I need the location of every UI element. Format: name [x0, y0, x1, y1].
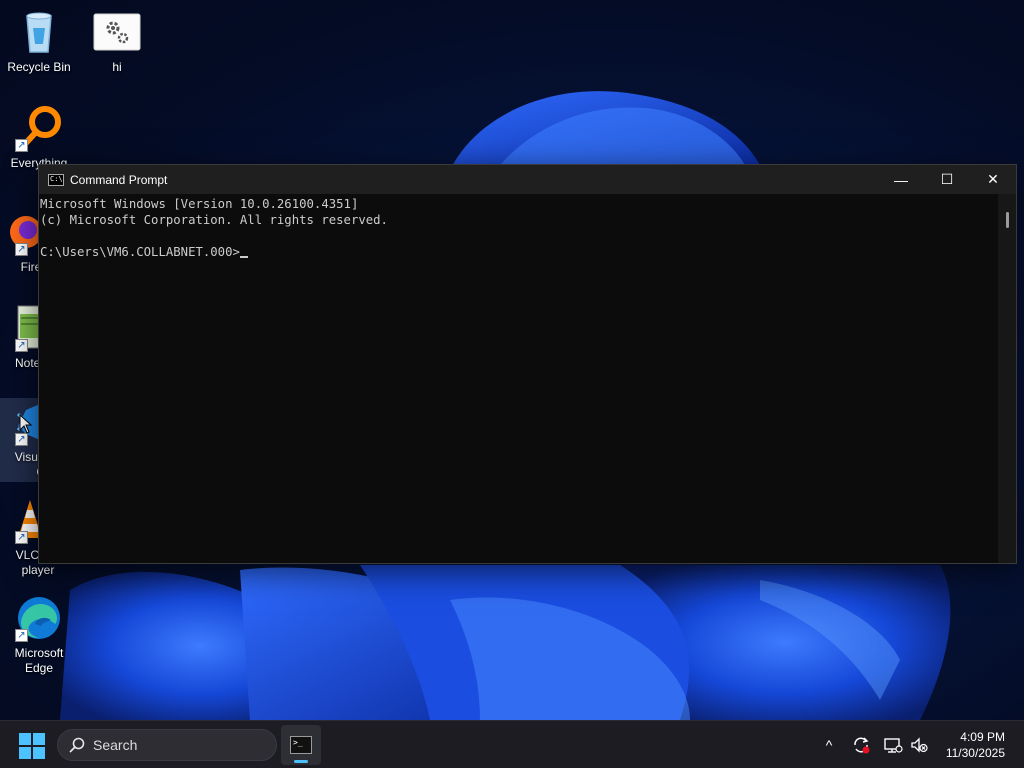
magnifier-orange-icon: ↗	[15, 104, 63, 152]
console-prompt: C:\Users\VM6.COLLABNET.000>	[40, 245, 240, 259]
mouse-cursor-icon	[19, 413, 33, 439]
desktop-icon-everything[interactable]: ↗ Everything	[1, 104, 77, 171]
taskbar: Search >_ ^ 4:09 PM 11/30/2025	[0, 720, 1024, 768]
maximize-button[interactable]: ☐	[924, 165, 970, 194]
shortcut-arrow-icon: ↗	[15, 531, 28, 544]
vertical-scrollbar[interactable]	[998, 194, 1016, 563]
console-output[interactable]: Microsoft Windows [Version 10.0.26100.43…	[39, 194, 998, 563]
desktop-icon-label-line1: Microsoft	[14, 646, 64, 660]
shortcut-arrow-icon: ↗	[15, 139, 28, 152]
console-prompt-line[interactable]: C:\Users\VM6.COLLABNET.000>	[40, 244, 998, 260]
taskbar-search-box[interactable]: Search	[57, 729, 277, 761]
start-button[interactable]	[19, 733, 45, 759]
window-titlebar[interactable]: C:\ Command Prompt — ☐ ✕	[39, 165, 1016, 194]
desktop-icon-label-line2: Edge	[24, 661, 54, 675]
search-icon	[69, 737, 85, 753]
sync-alert-icon[interactable]	[851, 735, 871, 755]
window-title: Command Prompt	[70, 172, 168, 187]
search-label: Search	[93, 737, 138, 753]
text-cursor	[239, 256, 248, 258]
shortcut-arrow-icon: ↗	[15, 339, 28, 352]
console-line: (c) Microsoft Corporation. All rights re…	[40, 213, 388, 227]
clock-date: 11/30/2025	[945, 746, 1005, 760]
taskbar-clock[interactable]: 4:09 PM 11/30/2025	[946, 729, 1005, 761]
network-icon[interactable]	[883, 735, 903, 755]
terminal-icon: >_	[290, 736, 312, 754]
desktop-icon-edge[interactable]: ↗ Microsoft Edge	[1, 594, 77, 676]
settings-file-icon	[93, 8, 141, 56]
shortcut-arrow-icon: ↗	[15, 629, 28, 642]
close-button[interactable]: ✕	[970, 165, 1016, 194]
clock-time: 4:09 PM	[960, 730, 1005, 744]
show-hidden-icons-chevron-icon[interactable]: ^	[819, 735, 839, 755]
shortcut-arrow-icon: ↗	[15, 243, 28, 256]
desktop-icon-recycle-bin[interactable]: Recycle Bin	[1, 8, 77, 75]
active-app-indicator	[294, 760, 308, 763]
desktop-icon-label: Recycle Bin	[7, 60, 71, 74]
windows-logo-icon	[19, 733, 31, 745]
taskbar-command-prompt[interactable]: >_	[281, 725, 321, 765]
scrollbar-thumb[interactable]	[1006, 212, 1009, 228]
desktop-icon-hi[interactable]: hi	[79, 8, 155, 75]
desktop-icon-label: hi	[112, 60, 122, 74]
volume-muted-icon[interactable]	[909, 735, 929, 755]
desktop-icon-label-line2: player	[21, 563, 55, 577]
command-prompt-window[interactable]: C:\ Command Prompt — ☐ ✕ Microsoft Windo…	[38, 164, 1017, 564]
console-line: Microsoft Windows [Version 10.0.26100.43…	[40, 197, 359, 211]
minimize-button[interactable]: —	[878, 165, 924, 194]
recycle-bin-icon	[15, 8, 63, 56]
cmd-app-icon: C:\	[48, 173, 64, 186]
edge-icon: ↗	[15, 594, 63, 642]
